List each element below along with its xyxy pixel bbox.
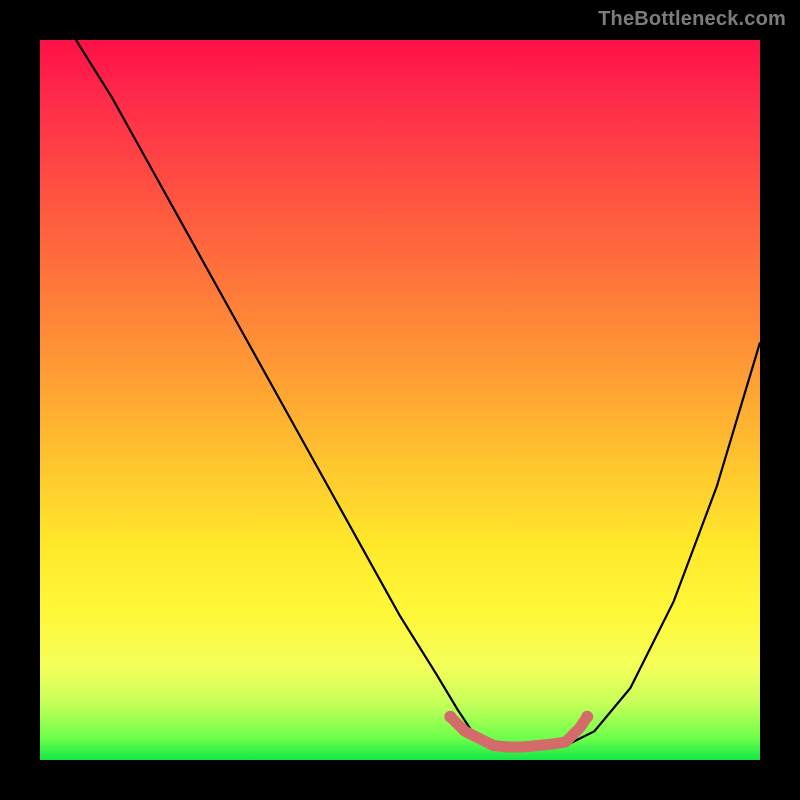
curve-layer [40, 40, 760, 760]
bottleneck-curve [76, 40, 760, 749]
highlight-dot [581, 711, 593, 723]
watermark-text: TheBottleneck.com [598, 8, 786, 31]
highlight-dot [444, 711, 456, 723]
plot-area [40, 40, 760, 760]
chart-frame: TheBottleneck.com [0, 0, 800, 800]
highlight-markers [444, 711, 593, 747]
highlight-segment [450, 717, 587, 747]
